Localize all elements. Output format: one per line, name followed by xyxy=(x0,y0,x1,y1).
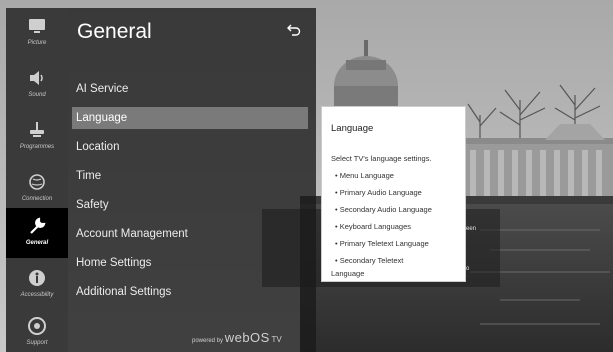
background-text: een xyxy=(466,226,477,232)
menu-item-time[interactable]: Time xyxy=(72,165,308,187)
background-text: o xyxy=(466,266,470,272)
webos-tv: TV xyxy=(271,335,282,344)
tooltip-bullet: • Secondary Teletext xyxy=(335,256,404,265)
sidebar-item-label: Connection xyxy=(21,196,53,202)
tooltip-bullet: • Menu Language xyxy=(335,171,394,180)
globe-icon xyxy=(29,174,45,190)
tv-settings-screen: een o Picture Sound Programmes Connectio… xyxy=(0,0,613,352)
menu-item-language[interactable]: Language xyxy=(72,107,308,129)
webos-brand: webOS xyxy=(224,330,270,345)
sidebar-item-label: Sound xyxy=(28,92,46,98)
menu-item-account-management[interactable]: Account Management xyxy=(72,223,308,245)
picture-icon xyxy=(29,19,45,33)
tooltip-bullet: • Keyboard Languages xyxy=(335,222,412,231)
powered-by-text: powered by xyxy=(192,338,224,344)
sidebar-item-sound[interactable]: Sound xyxy=(6,60,68,112)
tooltip-title: Language xyxy=(331,123,374,134)
sidebar-item-label: Accessibility xyxy=(20,292,54,298)
sidebar-item-label: Support xyxy=(26,340,48,346)
tooltip-bullet: • Secondary Audio Language xyxy=(335,205,432,214)
sidebar-item-label: Programmes xyxy=(19,144,55,150)
menu-item-home-settings[interactable]: Home Settings xyxy=(72,252,308,274)
wrench-icon xyxy=(30,217,46,234)
menu-item-additional-settings[interactable]: Additional Settings xyxy=(72,281,308,303)
general-settings-panel: General AI Service Language Location Tim… xyxy=(68,8,316,352)
menu-item-ai-service[interactable]: AI Service xyxy=(72,78,308,100)
tooltip-intro: Select TV's language settings. xyxy=(331,154,432,163)
sidebar-item-label: General xyxy=(25,240,49,246)
sidebar-item-general[interactable]: General xyxy=(6,208,68,258)
accessibility-icon xyxy=(29,270,45,286)
sidebar-item-programmes[interactable]: Programmes xyxy=(6,112,68,164)
speaker-icon xyxy=(30,71,43,85)
webos-logo: powered by webOS TV xyxy=(192,330,282,345)
settings-sidebar: Picture Sound Programmes Connection Gene… xyxy=(6,8,68,352)
tooltip-bullet: • Primary Teletext Language xyxy=(335,239,429,248)
antenna-icon xyxy=(30,122,44,137)
sidebar-item-picture[interactable]: Picture xyxy=(6,8,68,60)
sidebar-item-support[interactable]: Support xyxy=(6,308,68,352)
support-icon xyxy=(28,317,46,335)
back-icon[interactable] xyxy=(286,22,302,38)
menu-item-location[interactable]: Location xyxy=(72,136,308,158)
tooltip-bullet: • Primary Audio Language xyxy=(335,188,422,197)
language-tooltip: Language Select TV's language settings. … xyxy=(321,106,466,282)
sidebar-item-accessibility[interactable]: Accessibility xyxy=(6,260,68,312)
page-title: General xyxy=(77,20,152,43)
tooltip-footer: Language xyxy=(331,269,365,278)
sidebar-item-label: Picture xyxy=(27,40,47,46)
menu-item-safety[interactable]: Safety xyxy=(72,194,308,216)
